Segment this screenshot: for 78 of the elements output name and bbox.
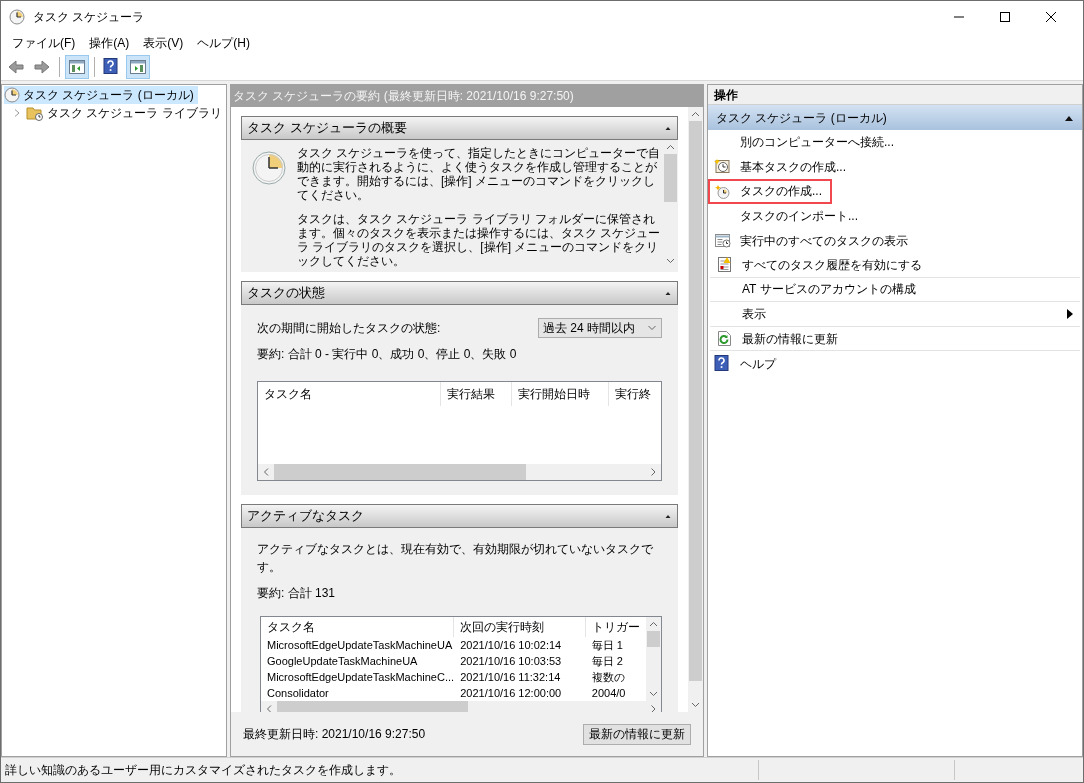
description-text: アクティブなタスクとは、現在有効で、有効期限が切れていないタスクです。	[257, 541, 654, 576]
summary-text: 要約: 合計 0 - 実行中 0、成功 0、停止 0、失敗 0	[257, 346, 518, 363]
action-item[interactable]: 実行中のすべてのタスクの表示	[714, 228, 916, 253]
window-title: タスク スケジューラ	[33, 8, 146, 26]
menu-item[interactable]: ヘルプ(H)	[190, 33, 257, 52]
scroll-thumb[interactable]	[647, 631, 660, 647]
description-text: タスク スケジューラを使って、指定したときにコンピューターで自動的に実行されるように、よく使うタスクを作成し管理することができます。開始するには、[操作] メニューのコマンドをクリックしてください。	[297, 146, 662, 202]
scroll-thumb[interactable]	[274, 464, 527, 480]
horizontal-scrollbar[interactable]	[258, 464, 661, 480]
column-header[interactable]: 実行終	[609, 382, 661, 406]
list-warning-icon	[716, 256, 733, 274]
menu-item[interactable]: ファイル(F)	[5, 33, 83, 52]
folder-clock-icon	[26, 105, 44, 121]
table-cell-text: 2021/10/16 11:32:14	[459, 670, 562, 685]
column-header[interactable]: タスク名	[258, 382, 442, 406]
column-header[interactable]: 実行結果	[441, 382, 512, 406]
tree-item[interactable]: タスク スケジューラ ライブラリ	[12, 104, 226, 122]
action-item[interactable]: タスクの作成...	[708, 179, 832, 204]
action-item[interactable]: タスクのインポート...	[714, 203, 866, 229]
summary-header: タスク スケジューラの要約 (最終更新日時: 2021/10/16 9:27:50)	[231, 85, 703, 107]
table-cell-text: 毎日 2	[590, 654, 624, 669]
help-icon	[714, 355, 731, 373]
menu-item[interactable]: 表示(V)	[136, 33, 191, 52]
table-cell-text: 2004/0	[590, 686, 627, 701]
clock-icon	[714, 183, 731, 200]
pane-toggle-button[interactable]	[126, 54, 150, 79]
section-header[interactable]: タスクの状態	[241, 281, 678, 305]
pane-toggle-icon	[68, 57, 86, 76]
document-refresh-icon	[716, 330, 733, 348]
table-cell-text: 2021/10/16 12:00:00	[459, 686, 563, 701]
pane-toggle-icon	[129, 57, 147, 76]
list-clock-icon	[714, 232, 731, 250]
column-header[interactable]: 次回の実行時刻	[454, 617, 586, 637]
action-item[interactable]: 最新の情報に更新	[716, 326, 846, 351]
table-cell-text: 複数の	[590, 670, 626, 685]
dropdown-chevron-icon	[647, 323, 657, 333]
menu-item[interactable]: 操作(A)	[82, 33, 137, 52]
section-header[interactable]: タスク スケジューラの概要	[241, 116, 678, 140]
summary-text: 要約: 合計 131	[257, 585, 337, 602]
scroll-thumb[interactable]	[664, 154, 677, 202]
action-item[interactable]: AT サービスのアカウントの構成	[716, 277, 924, 302]
vertical-scrollbar[interactable]	[688, 107, 703, 712]
action-item[interactable]: 表示	[716, 302, 774, 326]
vertical-scrollbar[interactable]	[646, 617, 661, 701]
collapsed-chevron-icon[interactable]	[12, 108, 22, 118]
table-cell-text: MicrosoftEdgeUpdateTaskMachineUA	[266, 638, 454, 653]
column-header[interactable]: タスク名	[261, 617, 455, 637]
period-dropdown[interactable]: 過去 24 時間以内	[538, 318, 662, 338]
column-header[interactable]: 実行開始日時	[511, 382, 610, 406]
description-text: タスクは、タスク スケジューラ ライブラリ フォルダーに保管されます。個々のタスクを表示または操作するには、タスク スケジューラ ライブラリのタスクを選択し、[操作] メニューのコマンドをクリックしてください。	[297, 212, 662, 268]
table-cell-text: MicrosoftEdgeUpdateTaskMachineC...	[266, 670, 455, 685]
clock-icon	[9, 8, 25, 25]
table-cell-text: 2021/10/16 10:03:53	[459, 654, 563, 669]
status-text: 詳しい知識のあるユーザー用にカスタマイズされたタスクを作成します。	[4, 762, 402, 779]
last-updated-text: 最終更新日時: 2021/10/16 9:27:50	[243, 726, 426, 743]
refresh-button[interactable]: 最新の情報に更新	[583, 723, 691, 745]
actions-group-header[interactable]: タスク スケジューラ (ローカル)	[708, 105, 1082, 130]
column-header[interactable]: トリガー	[585, 617, 646, 637]
calendar-clock-icon	[714, 158, 731, 176]
action-item[interactable]: 基本タスクの作成...	[714, 154, 854, 180]
scroll-thumb[interactable]	[689, 121, 702, 681]
action-item[interactable]: すべてのタスク履歴を有効にする	[716, 252, 930, 277]
action-item[interactable]: 別のコンピューターへ接続...	[714, 130, 902, 155]
tree-item[interactable]: タスク スケジューラ (ローカル)	[4, 86, 198, 104]
table-cell-text: 2021/10/16 10:02:14	[459, 638, 563, 653]
action-item[interactable]: ヘルプ	[714, 351, 784, 376]
help-icon	[103, 57, 121, 76]
table-cell-text: 毎日 1	[590, 638, 624, 653]
clock-icon	[4, 87, 20, 103]
table-cell-text: GoogleUpdateTaskMachineUA	[266, 654, 419, 669]
pane-toggle-button[interactable]	[65, 54, 89, 79]
clock-icon	[251, 150, 287, 186]
forward-arrow-icon	[33, 57, 51, 76]
actions-title: 操作	[708, 85, 1082, 105]
back-arrow-icon	[7, 57, 25, 76]
filter-label: 次の期間に開始したタスクの状態:	[257, 320, 441, 337]
table-cell-text: Consolidator	[266, 686, 330, 701]
section-header[interactable]: アクティブなタスク	[241, 504, 678, 528]
